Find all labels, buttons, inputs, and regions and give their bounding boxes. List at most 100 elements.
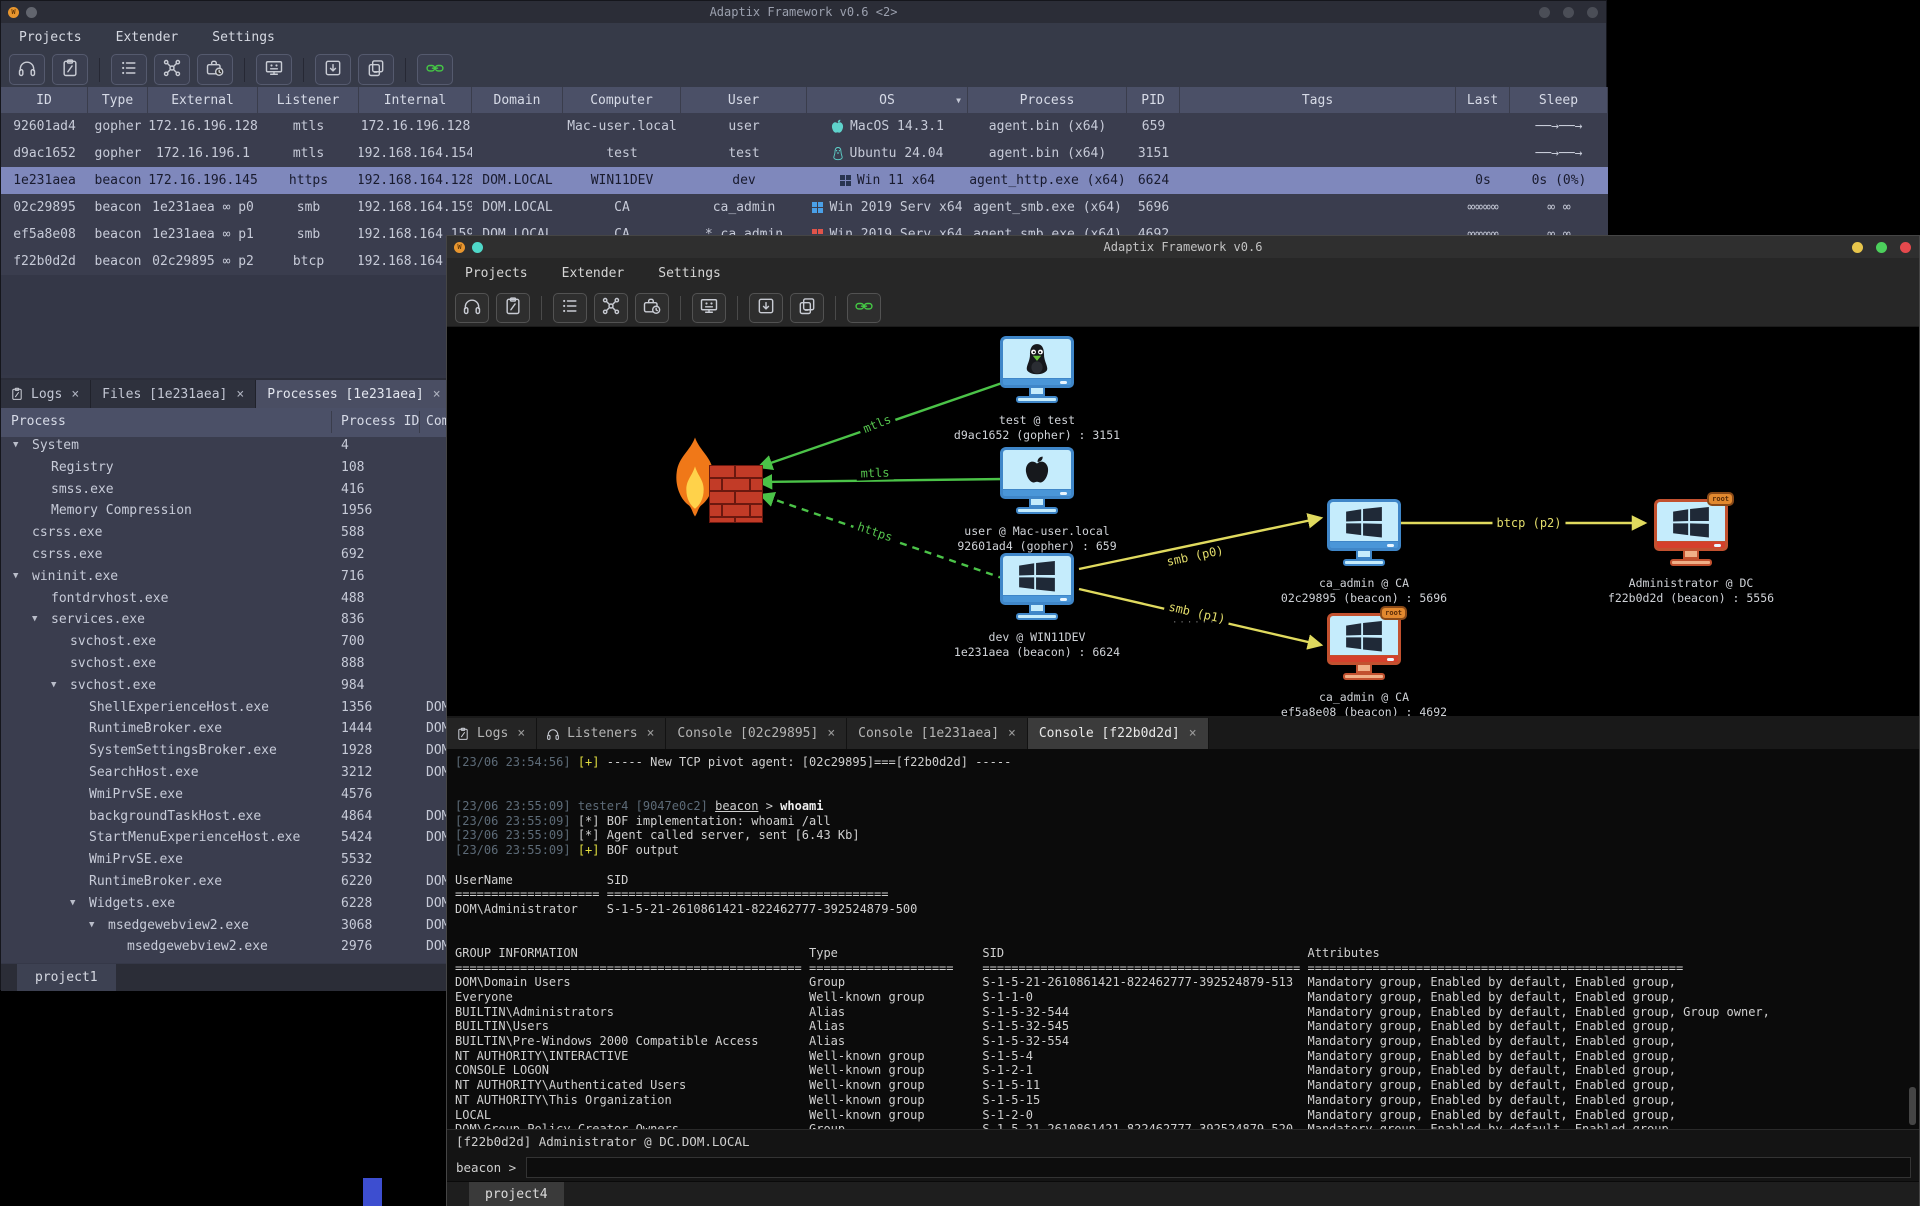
link-button[interactable] [417,54,453,85]
expand-arrow-icon[interactable]: ▼ [13,571,18,581]
agent-row[interactable]: 92601ad4gopher172.16.196.128mtls172.16.1… [1,113,1608,140]
column-header-os[interactable]: OS▼ [807,87,968,113]
column-header-id[interactable]: ID [1,87,88,113]
console-line: NT AUTHORITY\INTERACTIVE Well-known grou… [455,1049,1919,1064]
column-header-tags[interactable]: Tags [1180,87,1456,113]
link-button[interactable] [847,293,881,323]
column-header-computer[interactable]: Computer [563,87,681,113]
column-header-user[interactable]: User [681,87,807,113]
maximize-icon[interactable] [1876,242,1887,253]
agent-node[interactable]: user @ Mac-user.local92601ad4 (gopher) :… [1000,447,1074,514]
column-header-type[interactable]: Type [88,87,148,113]
expand-arrow-icon[interactable]: ▼ [89,920,94,930]
agent-node[interactable]: test @ testd9ac1652 (gopher) : 3151 [1000,336,1074,403]
column-header-process-id[interactable]: Process ID [341,414,419,429]
menu-extender[interactable]: Extender [116,30,179,45]
close-icon[interactable] [1587,7,1598,18]
front-titlebar[interactable]: W Adaptix Framework v0.6 [447,236,1919,258]
briefcase-clock-button[interactable] [197,54,233,85]
tab-files-1e231aea-[interactable]: Files [1e231aea]× [91,380,256,408]
menu-projects[interactable]: Projects [19,30,82,45]
close-icon[interactable] [1900,242,1911,253]
menu-projects[interactable]: Projects [465,266,528,281]
tab-console-f22b0d2d-[interactable]: Console [f22b0d2d]× [1028,718,1209,749]
maximize-icon[interactable] [1563,7,1574,18]
monitor-button[interactable] [692,293,726,323]
front-window-controls[interactable] [1852,242,1911,253]
graph-nodes-button[interactable] [594,293,628,323]
tab-listeners[interactable]: Listeners× [537,718,666,749]
column-header-process[interactable]: Process [968,87,1127,113]
box-download-button[interactable] [749,293,783,323]
firewall-node[interactable] [669,435,764,525]
session-graph[interactable]: test @ testd9ac1652 (gopher) : 3151 user… [447,327,1919,716]
graph-nodes-button[interactable] [154,54,190,85]
back-titlebar[interactable]: W Adaptix Framework v0.6 <2> [1,1,1606,23]
clipboard-edit-button[interactable] [496,293,530,323]
column-header-internal[interactable]: Internal [359,87,472,113]
headphones-button[interactable] [455,293,489,323]
box-download-button[interactable] [315,54,351,85]
expand-arrow-icon[interactable]: ▼ [51,680,56,690]
tab-console-02c29895-[interactable]: Console [02c29895]× [666,718,847,749]
cell-listener: mtls [258,140,359,167]
toolbar-separator [680,296,681,320]
close-icon[interactable]: × [827,726,835,741]
minimize-icon[interactable] [1539,7,1550,18]
agent-node[interactable]: root Administrator @ DCf22b0d2d (beacon)… [1654,499,1728,566]
close-icon[interactable]: × [236,387,244,402]
close-icon[interactable]: × [433,387,441,402]
tab-logs[interactable]: Logs× [1,380,91,408]
expand-arrow-icon[interactable]: ▼ [13,440,18,450]
copy-docs-button[interactable] [790,293,824,323]
column-header-sleep[interactable]: Sleep [1510,87,1608,113]
close-icon[interactable]: × [1008,726,1016,741]
agent-node[interactable]: dev @ WIN11DEV1e231aea (beacon) : 6624 [1000,553,1074,620]
column-header-pid[interactable]: PID [1127,87,1180,113]
cell-type: beacon [88,194,148,221]
menu-settings[interactable]: Settings [658,266,721,281]
command-input[interactable] [526,1157,1911,1178]
menu-extender[interactable]: Extender [562,266,625,281]
briefcase-clock-button[interactable] [635,293,669,323]
agent-row[interactable]: 1e231aeabeacon172.16.196.145https192.168… [1,167,1608,194]
minimize-icon[interactable] [1852,242,1863,253]
tab-console-1e231aea-[interactable]: Console [1e231aea]× [847,718,1028,749]
close-icon[interactable]: × [647,726,655,741]
close-icon[interactable]: × [71,387,79,402]
column-header-external[interactable]: External [148,87,258,113]
cell-user: user [681,113,807,140]
project-tab[interactable]: project1 [17,964,116,991]
clipboard-edit-button[interactable] [52,54,88,85]
back-window-controls[interactable] [1539,7,1598,18]
headphones-button[interactable] [9,54,45,85]
cell-type: gopher [88,113,148,140]
column-header-domain[interactable]: Domain [472,87,563,113]
column-header-last[interactable]: Last [1456,87,1510,113]
expand-arrow-icon[interactable]: ▼ [32,614,37,624]
column-header-process[interactable]: Process [11,414,66,429]
cell-process: agent_smb.exe (x64) [968,194,1127,221]
tab-processes-1e231aea-[interactable]: Processes [1e231aea]× [256,380,452,408]
copy-docs-button[interactable] [358,54,394,85]
cell-os: Win 2019 Serv x64 [807,194,968,221]
expand-arrow-icon[interactable]: ▼ [70,898,75,908]
list-button[interactable] [553,293,587,323]
agent-node[interactable]: root ca_admin @ CAef5a8e08 (beacon) : 46… [1327,613,1401,680]
console-output[interactable]: [23/06 23:54:56] [+] ----- New TCP pivot… [447,749,1919,1129]
agent-node[interactable]: ca_admin @ CA02c29895 (beacon) : 5696 [1327,499,1401,566]
monitor-button[interactable] [256,54,292,85]
splitter-handle[interactable]: ······ [1172,618,1217,628]
project-tab[interactable]: project4 [469,1182,564,1206]
scrollbar[interactable] [1909,1087,1916,1125]
tab-logs[interactable]: Logs× [447,718,537,749]
agent-row[interactable]: d9ac1652gopher172.16.196.1mtls192.168.16… [1,140,1608,167]
agent-row[interactable]: 02c29895beacon1e231aea ∞ p0smb192.168.16… [1,194,1608,221]
cell-type: beacon [88,167,148,194]
close-icon[interactable]: × [1189,726,1197,741]
list-button[interactable] [111,54,147,85]
menu-settings[interactable]: Settings [212,30,275,45]
sort-arrow-icon[interactable]: ▼ [956,96,961,105]
column-header-listener[interactable]: Listener [258,87,359,113]
close-icon[interactable]: × [517,726,525,741]
